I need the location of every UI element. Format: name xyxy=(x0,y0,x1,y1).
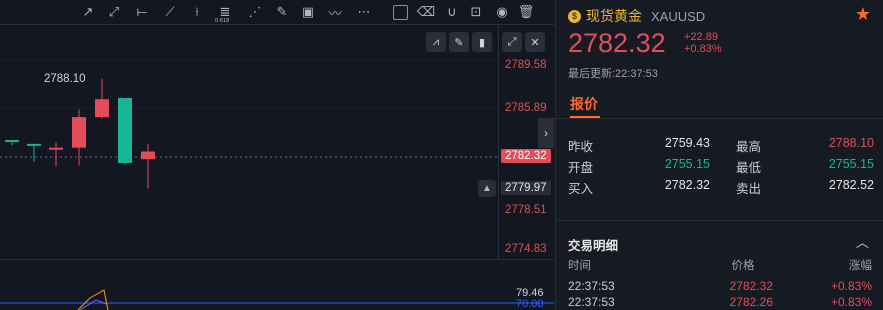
current-price-tag: 2782.32 xyxy=(501,149,551,163)
candle-body xyxy=(95,99,109,118)
candle-body xyxy=(27,143,41,146)
tab-quote[interactable]: 报价 xyxy=(570,94,598,114)
alert-price-tag: 2779.97 xyxy=(501,181,551,195)
last-price: 2782.32 xyxy=(568,28,666,58)
trade-change: +0.83% xyxy=(830,279,872,293)
col-price: 价格 xyxy=(731,260,755,272)
trade-price: 2782.26 xyxy=(729,295,773,309)
favorite-star-icon[interactable]: ★ xyxy=(855,4,871,25)
stat-value: 2788.10 xyxy=(828,136,874,150)
symbol-code: XAUUSD xyxy=(651,8,706,24)
stat-label: 买入 xyxy=(568,182,594,196)
candle-body xyxy=(141,151,155,160)
chart-panel[interactable]: ↗ ⤢ ⟝ ⟋ ⟊ ≣ 0.618 ⋰ ✎ ▣ 〰 ⋯ ⌫ ∪ ⊡ ◉ 🗑 ⩘ ✎ ▮ ⤢ ✕ 2788.10 … xyxy=(0,0,554,310)
stat-value: 2759.43 xyxy=(664,136,710,150)
stat-row: 昨收 2759.43 最高 2788.10 xyxy=(568,136,874,157)
indicator-pane[interactable]: 79.46 70.00 xyxy=(0,259,554,310)
axis-tick: 2778.51 xyxy=(505,204,547,216)
candle-body xyxy=(72,117,86,148)
candle-body xyxy=(118,97,132,163)
axis-tick: 2789.58 xyxy=(505,59,547,71)
candle-body xyxy=(5,140,19,143)
axis-tick: 2774.83 xyxy=(505,243,547,255)
quote-stats: 昨收 2759.43 最高 2788.10 开盘 2755.15 最低 2755.15 买入 27… xyxy=(568,136,874,199)
price-change: +22.89 +0.83% xyxy=(684,31,722,55)
trade-time: 22:37:53 xyxy=(568,279,615,293)
expand-panel-button[interactable]: › xyxy=(538,118,554,148)
stat-label: 卖出 xyxy=(736,182,762,196)
stat-label: 昨收 xyxy=(568,140,594,154)
trades-header: 时间 价格 涨幅 xyxy=(568,257,872,272)
alert-bell-icon[interactable]: ▲ xyxy=(478,180,496,197)
section-divider xyxy=(556,220,883,221)
trades-title: 交易明细 xyxy=(568,239,619,253)
axis-tick: 2785.89 xyxy=(505,102,547,114)
stat-label: 最低 xyxy=(736,161,762,175)
candle-body xyxy=(49,147,63,150)
col-change: 涨幅 xyxy=(849,260,872,272)
stat-value: 2782.52 xyxy=(828,178,874,192)
stat-row: 开盘 2755.15 最低 2755.15 xyxy=(568,157,874,178)
last-updated: 最后更新:22:37:53 xyxy=(568,68,658,80)
col-time: 时间 xyxy=(568,260,591,272)
collapse-chevron-icon[interactable]: ︿ xyxy=(856,232,869,251)
stat-value: 2755.15 xyxy=(664,157,710,171)
trade-price: 2782.32 xyxy=(729,279,773,293)
stat-row: 买入 2782.32 卖出 2782.52 xyxy=(568,178,874,199)
tab-divider xyxy=(556,118,883,119)
high-price-label: 2788.10 xyxy=(44,73,86,85)
stat-label: 开盘 xyxy=(568,161,594,175)
trade-change: +0.83% xyxy=(830,295,872,309)
chevron-right-icon: › xyxy=(544,126,548,140)
stat-label: 最高 xyxy=(736,140,762,154)
trade-time: 22:37:53 xyxy=(568,295,615,309)
trade-row: 22:37:53 2782.26 +0.83% xyxy=(568,295,872,310)
stat-value: 2755.15 xyxy=(828,157,874,171)
indicator-level: 70.00 xyxy=(516,298,544,310)
change-percent: +0.83% xyxy=(684,43,722,55)
stat-value: 2782.32 xyxy=(664,178,710,192)
symbol-header: $ 现货黄金 XAUUSD xyxy=(568,6,705,26)
quote-panel: $ 现货黄金 XAUUSD ★ 2782.32 +22.89 +0.83% 最后… xyxy=(555,0,883,310)
gold-coin-icon: $ xyxy=(568,9,581,23)
symbol-name: 现货黄金 xyxy=(586,8,642,24)
trade-row: 22:37:53 2782.32 +0.83% xyxy=(568,279,872,294)
change-value: +22.89 xyxy=(684,31,718,43)
